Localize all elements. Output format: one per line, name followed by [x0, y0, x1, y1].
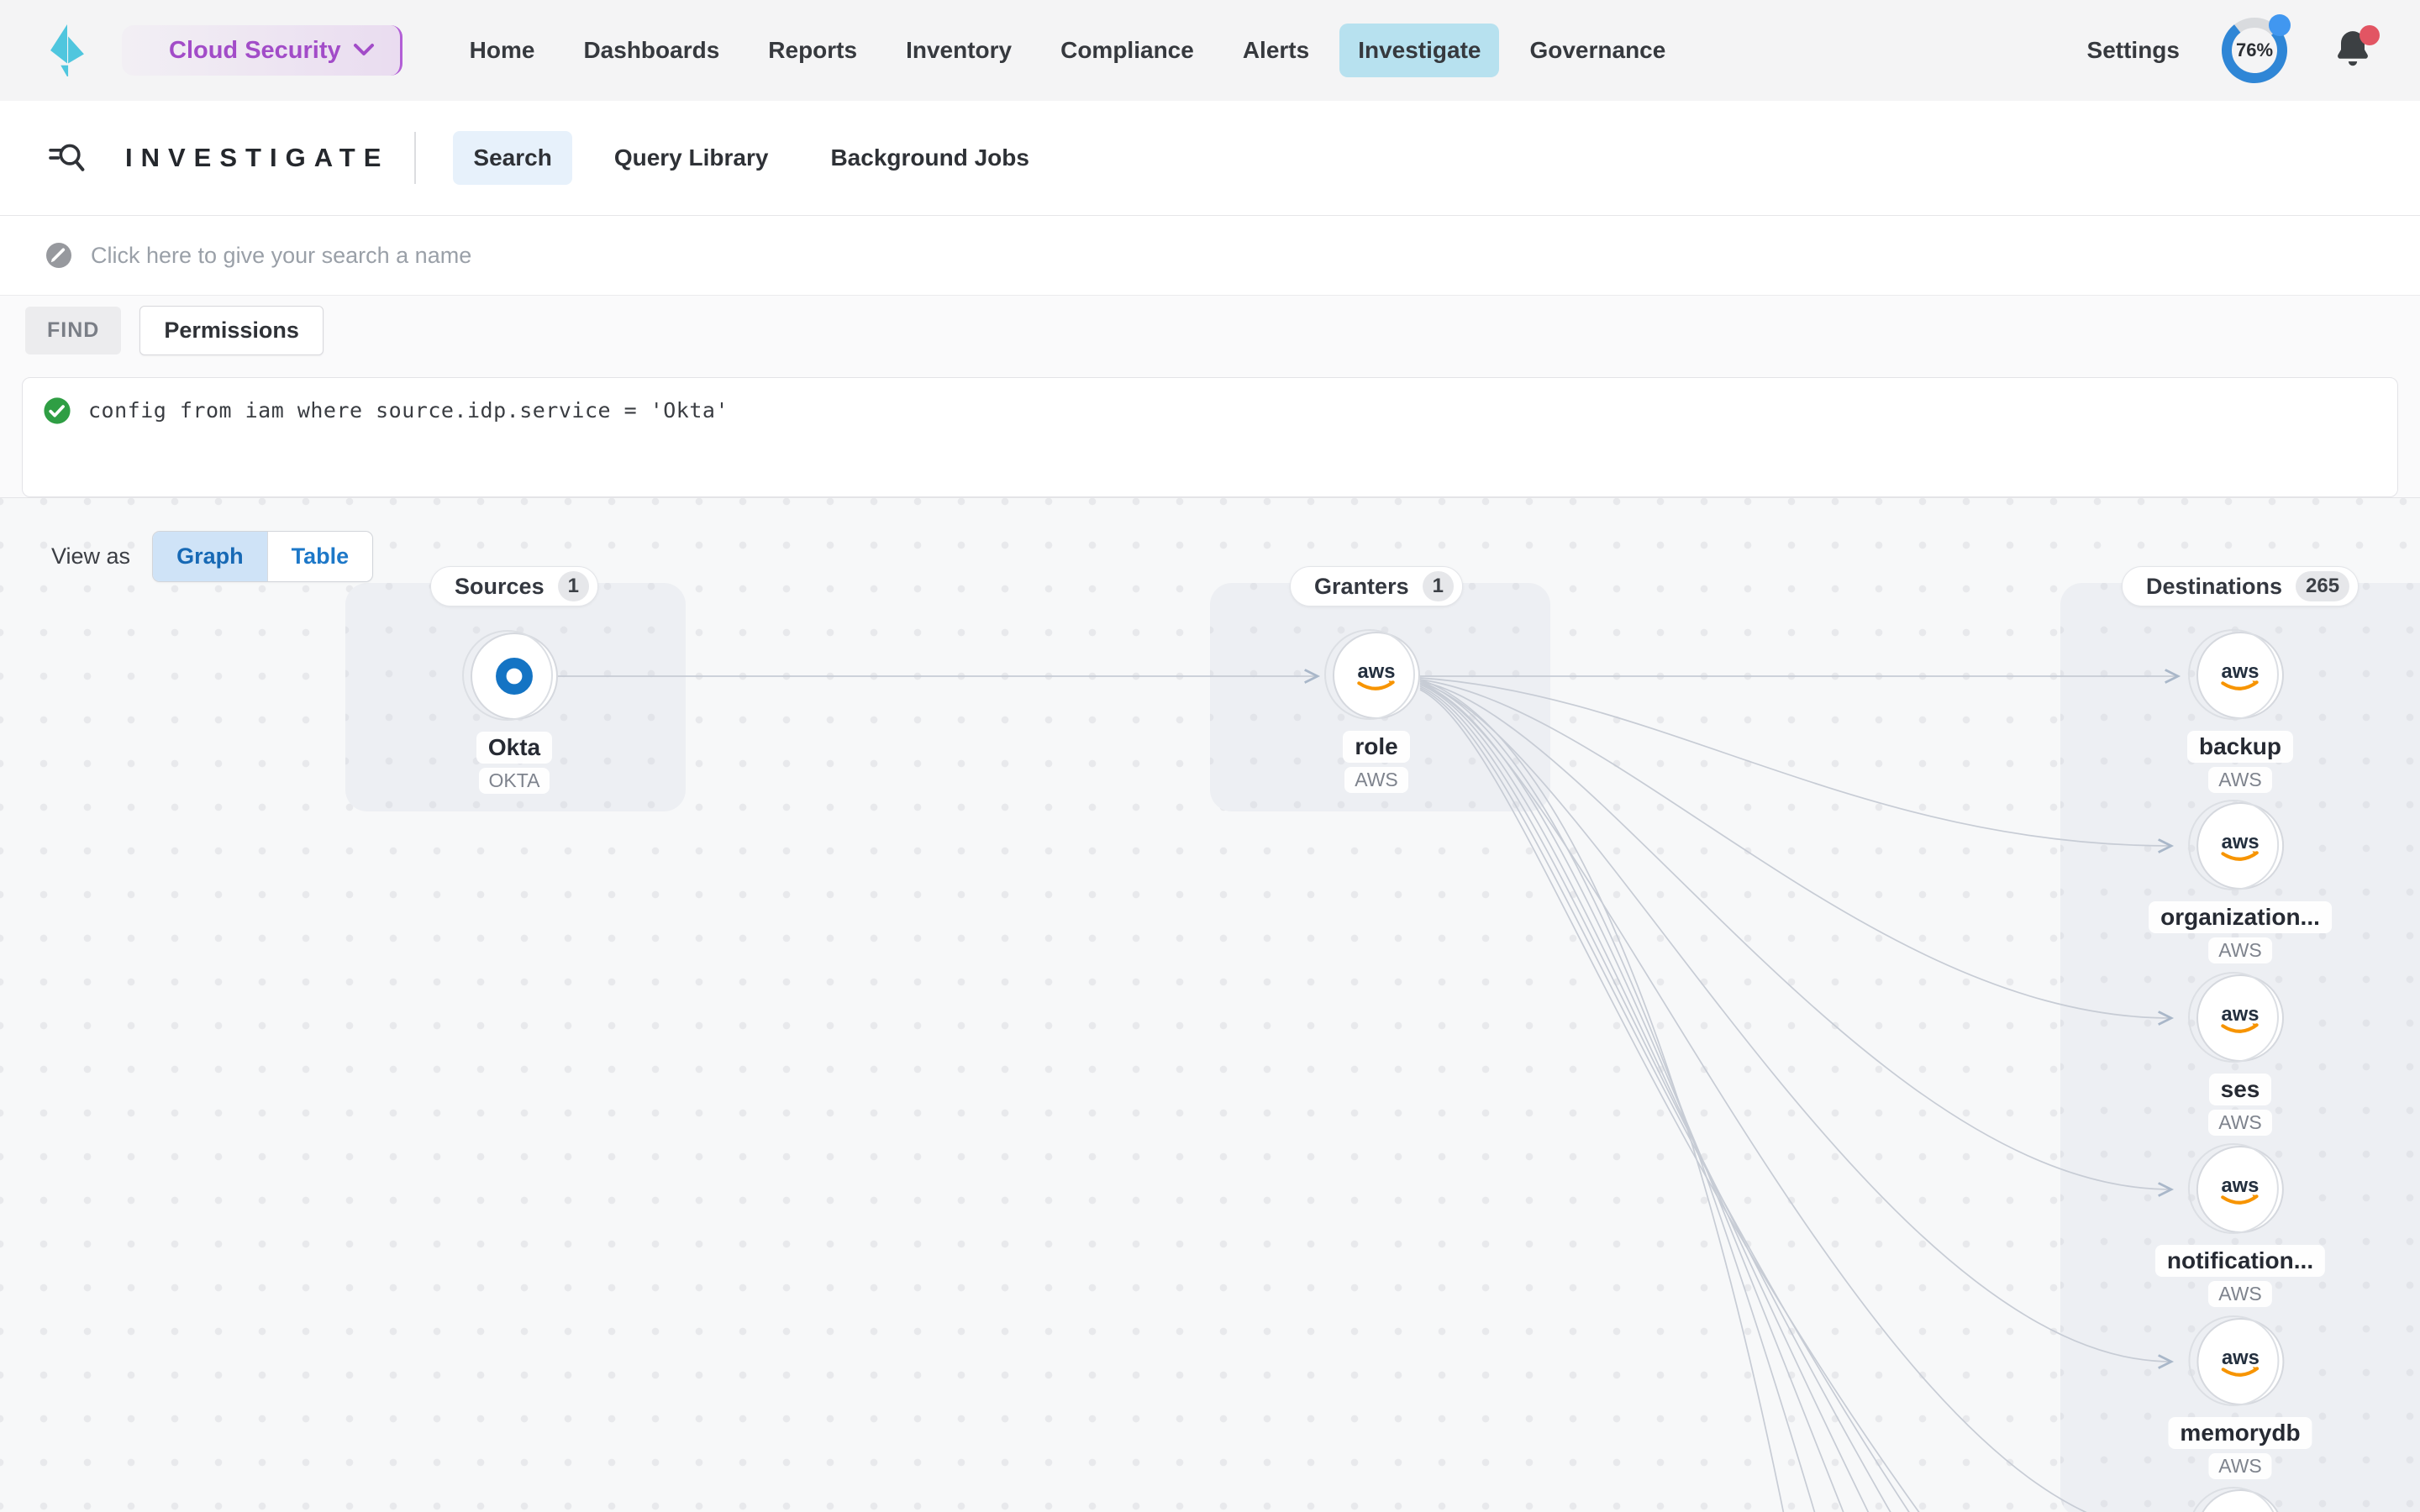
find-keyword-chip: FIND	[25, 307, 121, 354]
nav-item-alerts[interactable]: Alerts	[1224, 24, 1328, 77]
nav-item-investigate[interactable]: Investigate	[1339, 24, 1499, 77]
investigate-search-icon	[48, 139, 87, 177]
investigate-header: INVESTIGATE Search Query Library Backgro…	[0, 101, 2420, 216]
edit-pencil-icon	[44, 240, 74, 270]
granters-column-pill[interactable]: Granters 1	[1290, 566, 1463, 606]
investigate-tabs: Search Query Library Background Jobs	[453, 131, 1050, 185]
node-name: Okta	[476, 732, 552, 764]
node-type: AWS	[2208, 767, 2272, 793]
aws-logo-icon: aws	[1350, 657, 1402, 694]
search-name-field[interactable]: Click here to give your search a name	[0, 216, 2420, 296]
view-toggle-graph[interactable]: Graph	[153, 532, 267, 581]
svg-text:aws: aws	[2222, 1003, 2260, 1026]
chevron-down-icon	[353, 43, 375, 58]
node-type: OKTA	[479, 768, 550, 794]
node-type: AWS	[2208, 1281, 2272, 1307]
node-type: AWS	[2208, 937, 2272, 963]
query-chips: FIND Permissions	[22, 306, 2398, 355]
query-valid-check-icon	[43, 396, 71, 425]
main-nav: Home Dashboards Reports Inventory Compli…	[451, 24, 1685, 77]
node-type: AWS	[2208, 1453, 2272, 1479]
svg-text:aws: aws	[1358, 660, 1396, 683]
svg-text:aws: aws	[2222, 831, 2260, 853]
product-switcher-label: Cloud Security	[169, 37, 341, 65]
query-text: config from iam where source.idp.service…	[88, 396, 729, 423]
tab-query-library[interactable]: Query Library	[594, 131, 789, 185]
view-as-label: View as	[51, 543, 130, 570]
nav-item-compliance[interactable]: Compliance	[1042, 24, 1213, 77]
node-type: AWS	[2208, 1110, 2272, 1136]
notifications-button[interactable]	[2329, 27, 2376, 74]
node-role-granter[interactable]: aws role AWS	[1333, 632, 1420, 793]
view-toggle-table[interactable]: Table	[267, 532, 373, 581]
graph-edges	[0, 498, 2420, 1512]
node-name: ses	[2209, 1074, 2272, 1105]
settings-button[interactable]: Settings	[2087, 37, 2180, 64]
tab-search[interactable]: Search	[453, 131, 571, 185]
permissions-chip[interactable]: Permissions	[139, 306, 324, 355]
destinations-column-label: Destinations	[2146, 574, 2282, 600]
node-dest-organization[interactable]: aws organization... AWS	[2149, 802, 2332, 963]
svg-text:aws: aws	[2222, 1347, 2260, 1369]
brand-logo-icon[interactable]	[48, 24, 87, 76]
node-dest-ses[interactable]: aws ses AWS	[2196, 974, 2284, 1136]
granters-column-label: Granters	[1314, 574, 1409, 600]
okta-logo-icon	[495, 657, 534, 696]
query-builder: FIND Permissions config from iam where s…	[0, 296, 2420, 498]
node-name: backup	[2187, 731, 2293, 763]
node-dest-backup[interactable]: aws backup AWS	[2187, 632, 2293, 793]
node-dest-partial[interactable]	[2196, 1489, 2284, 1512]
node-okta-source[interactable]: Okta OKTA	[471, 633, 558, 794]
app-root: Cloud Security Home Dashboards Reports I…	[0, 0, 2420, 1512]
sources-column-label: Sources	[455, 574, 544, 600]
query-editor[interactable]: config from iam where source.idp.service…	[22, 377, 2398, 497]
aws-logo-icon: aws	[2214, 827, 2266, 864]
search-name-placeholder: Click here to give your search a name	[91, 243, 471, 269]
nav-item-inventory[interactable]: Inventory	[887, 24, 1030, 77]
node-type: AWS	[1344, 767, 1408, 793]
divider	[414, 132, 416, 184]
aws-logo-icon: aws	[2214, 657, 2266, 694]
nav-item-dashboards[interactable]: Dashboards	[565, 24, 738, 77]
node-name: notification...	[2155, 1245, 2325, 1277]
top-nav: Cloud Security Home Dashboards Reports I…	[0, 0, 2420, 101]
usage-progress-ring[interactable]: 76%	[2220, 16, 2289, 85]
top-nav-right: Settings 76%	[2087, 16, 2376, 85]
graph-canvas[interactable]: View as Graph Table Sources 1 Granters 1…	[0, 498, 2420, 1512]
product-switcher[interactable]: Cloud Security	[122, 25, 402, 76]
sources-column-pill[interactable]: Sources 1	[430, 566, 598, 606]
page-title: INVESTIGATE	[125, 143, 389, 173]
aws-logo-icon: aws	[2214, 1000, 2266, 1037]
aws-logo-icon: aws	[2214, 1343, 2266, 1380]
nav-item-governance[interactable]: Governance	[1511, 24, 1684, 77]
node-dest-notification[interactable]: aws notification... AWS	[2155, 1146, 2325, 1307]
sources-count-badge: 1	[558, 571, 589, 601]
view-toggle: Graph Table	[152, 531, 373, 582]
node-name: memorydb	[2168, 1417, 2312, 1449]
node-dest-memorydb[interactable]: aws memorydb AWS	[2168, 1318, 2312, 1479]
view-as-control: View as Graph Table	[51, 531, 373, 582]
svg-text:aws: aws	[2222, 1174, 2260, 1197]
nav-item-home[interactable]: Home	[451, 24, 554, 77]
nav-item-reports[interactable]: Reports	[750, 24, 876, 77]
granters-count-badge: 1	[1423, 571, 1454, 601]
destinations-column-pill[interactable]: Destinations 265	[2122, 566, 2359, 606]
node-name: organization...	[2149, 901, 2332, 933]
svg-text:aws: aws	[2222, 660, 2260, 683]
tab-background-jobs[interactable]: Background Jobs	[810, 131, 1049, 185]
bell-notify-dot	[2360, 25, 2380, 45]
aws-logo-icon: aws	[2214, 1171, 2266, 1208]
destinations-count-badge: 265	[2296, 571, 2349, 601]
progress-notify-dot	[2269, 14, 2291, 36]
node-name: role	[1343, 731, 1409, 763]
